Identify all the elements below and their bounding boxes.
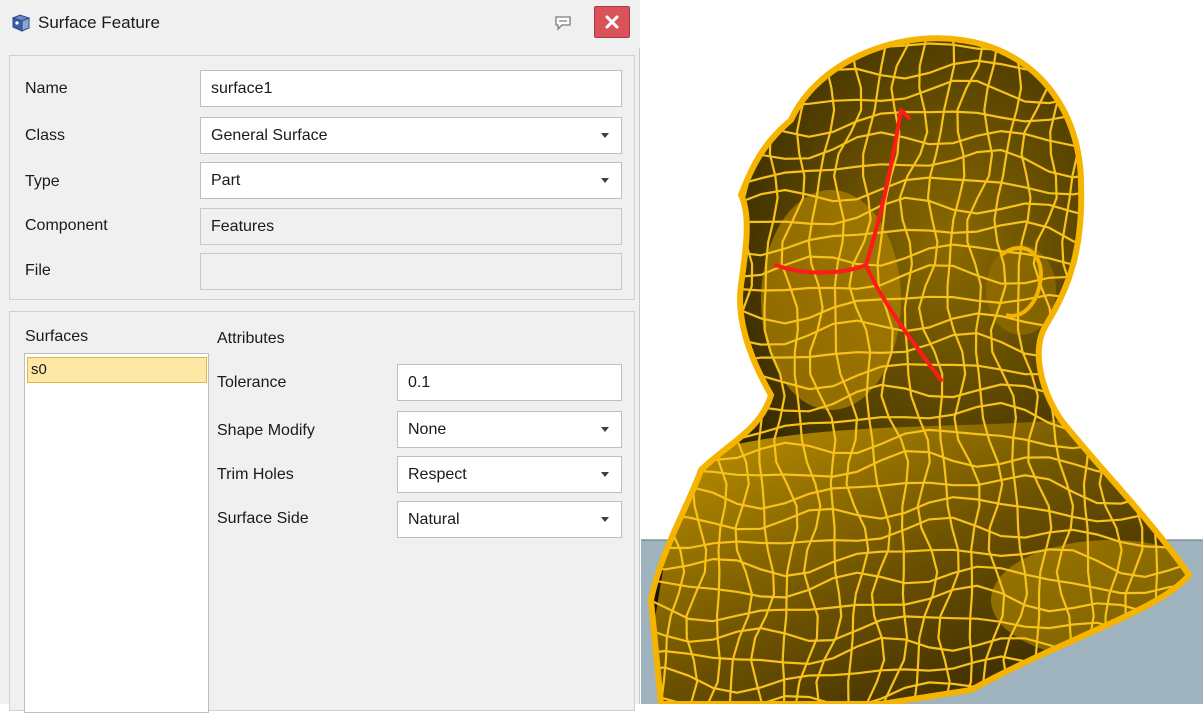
- component-label: Component: [25, 217, 108, 234]
- tolerance-value: 0.1: [408, 374, 431, 391]
- type-dropdown[interactable]: Part: [200, 162, 622, 199]
- surface-side-value: Natural: [408, 511, 460, 528]
- trim-holes-label: Trim Holes: [217, 466, 294, 483]
- surface-side-label: Surface Side: [217, 510, 309, 527]
- tolerance-label: Tolerance: [217, 374, 287, 391]
- surface-feature-dialog: Surface Feature Name surface1 Class Gene…: [0, 0, 640, 713]
- file-field: [200, 253, 622, 290]
- shape-modify-value: None: [408, 421, 447, 438]
- attributes-header: Attributes: [217, 330, 285, 347]
- trim-holes-dropdown[interactable]: Respect: [397, 456, 622, 493]
- shape-modify-label: Shape Modify: [217, 422, 315, 439]
- shape-modify-dropdown[interactable]: None: [397, 411, 622, 448]
- class-value: General Surface: [211, 127, 328, 144]
- comment-pin-button[interactable]: [548, 10, 578, 36]
- trim-holes-value: Respect: [408, 466, 467, 483]
- chevron-down-icon: [601, 427, 609, 432]
- chevron-down-icon: [601, 517, 609, 522]
- chevron-down-icon: [601, 472, 609, 477]
- 3d-viewport[interactable]: [641, 0, 1203, 704]
- type-value: Part: [211, 172, 241, 189]
- list-item[interactable]: s0: [27, 357, 207, 383]
- surfaces-header: Surfaces: [25, 328, 89, 345]
- name-value: surface1: [211, 80, 273, 97]
- class-label: Class: [25, 127, 66, 144]
- tolerance-field[interactable]: 0.1: [397, 364, 622, 401]
- close-icon: [605, 15, 619, 29]
- close-button[interactable]: [594, 6, 630, 38]
- comment-pin-icon: [555, 16, 571, 31]
- component-field: Features: [200, 208, 622, 245]
- surfaces-list[interactable]: s0: [24, 353, 209, 713]
- dialog-titlebar: Surface Feature: [0, 0, 640, 48]
- chevron-down-icon: [601, 133, 609, 138]
- type-label: Type: [25, 173, 60, 190]
- name-field[interactable]: surface1: [200, 70, 622, 107]
- class-dropdown[interactable]: General Surface: [200, 117, 622, 154]
- dialog-title: Surface Feature: [38, 13, 160, 32]
- surface-feature-icon: [10, 12, 32, 34]
- head-bust-model[interactable]: [641, 0, 1203, 704]
- chevron-down-icon: [601, 178, 609, 183]
- surface-side-dropdown[interactable]: Natural: [397, 501, 622, 538]
- name-label: Name: [25, 80, 68, 97]
- component-value: Features: [211, 218, 275, 235]
- file-label: File: [25, 262, 51, 279]
